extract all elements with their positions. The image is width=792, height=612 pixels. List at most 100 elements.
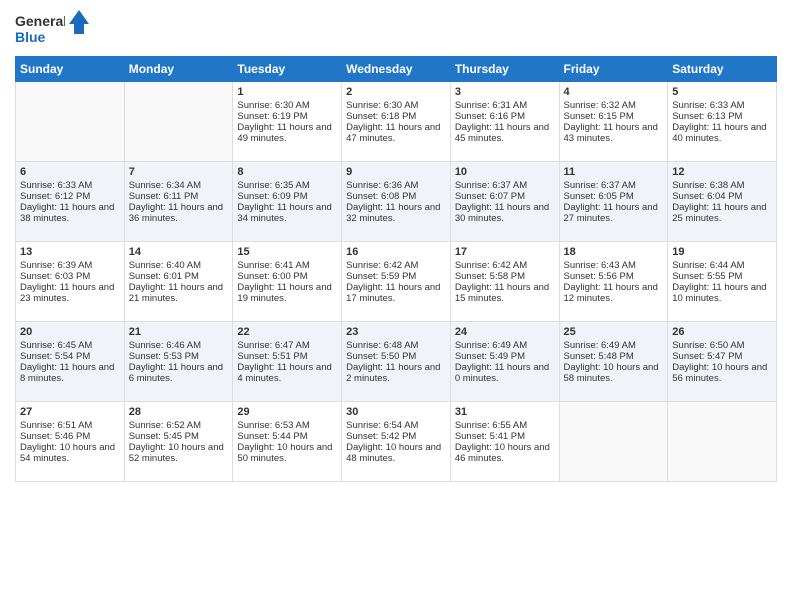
- day-info: Daylight: 11 hours and 40 minutes.: [672, 122, 772, 144]
- calendar-cell: 8Sunrise: 6:35 AMSunset: 6:09 PMDaylight…: [233, 162, 342, 242]
- day-number: 4: [564, 86, 664, 98]
- day-info: Sunrise: 6:51 AM: [20, 420, 120, 431]
- day-info: Sunset: 6:05 PM: [564, 191, 664, 202]
- day-number: 23: [346, 326, 446, 338]
- col-header-thursday: Thursday: [450, 57, 559, 82]
- day-info: Sunrise: 6:32 AM: [564, 100, 664, 111]
- day-number: 2: [346, 86, 446, 98]
- day-info: Daylight: 11 hours and 38 minutes.: [20, 202, 120, 224]
- day-info: Sunrise: 6:53 AM: [237, 420, 337, 431]
- day-info: Daylight: 11 hours and 12 minutes.: [564, 282, 664, 304]
- day-info: Daylight: 11 hours and 30 minutes.: [455, 202, 555, 224]
- day-info: Daylight: 11 hours and 47 minutes.: [346, 122, 446, 144]
- day-info: Daylight: 11 hours and 21 minutes.: [129, 282, 229, 304]
- day-info: Sunrise: 6:48 AM: [346, 340, 446, 351]
- calendar-header: SundayMondayTuesdayWednesdayThursdayFrid…: [16, 57, 777, 82]
- day-info: Sunrise: 6:55 AM: [455, 420, 555, 431]
- day-info: Sunset: 6:00 PM: [237, 271, 337, 282]
- day-info: Sunset: 5:45 PM: [129, 431, 229, 442]
- day-info: Daylight: 11 hours and 6 minutes.: [129, 362, 229, 384]
- day-info: Daylight: 11 hours and 45 minutes.: [455, 122, 555, 144]
- day-info: Sunset: 5:58 PM: [455, 271, 555, 282]
- calendar-cell: 22Sunrise: 6:47 AMSunset: 5:51 PMDayligh…: [233, 322, 342, 402]
- calendar-cell: 7Sunrise: 6:34 AMSunset: 6:11 PMDaylight…: [124, 162, 233, 242]
- calendar-cell: 30Sunrise: 6:54 AMSunset: 5:42 PMDayligh…: [342, 402, 451, 482]
- day-number: 20: [20, 326, 120, 338]
- day-info: Daylight: 11 hours and 2 minutes.: [346, 362, 446, 384]
- day-info: Sunset: 5:56 PM: [564, 271, 664, 282]
- col-header-saturday: Saturday: [668, 57, 777, 82]
- day-info: Sunrise: 6:33 AM: [672, 100, 772, 111]
- day-info: Daylight: 11 hours and 19 minutes.: [237, 282, 337, 304]
- day-info: Sunset: 6:15 PM: [564, 111, 664, 122]
- day-info: Daylight: 10 hours and 52 minutes.: [129, 442, 229, 464]
- day-number: 27: [20, 406, 120, 418]
- calendar-cell: 4 Sunrise: 6:32 AMSunset: 6:15 PMDaylight…: [559, 82, 668, 162]
- day-info: Sunset: 5:59 PM: [346, 271, 446, 282]
- day-info: Sunset: 5:47 PM: [672, 351, 772, 362]
- day-number: 26: [672, 326, 772, 338]
- calendar-cell: 11 Sunrise: 6:37 AMSunset: 6:05 PMDayligh…: [559, 162, 668, 242]
- day-info: Sunrise: 6:40 AM: [129, 260, 229, 271]
- day-info: Sunrise: 6:52 AM: [129, 420, 229, 431]
- logo: General Blue: [15, 10, 89, 48]
- day-info: Sunset: 6:07 PM: [455, 191, 555, 202]
- day-info: Daylight: 10 hours and 54 minutes.: [20, 442, 120, 464]
- day-info: Sunrise: 6:42 AM: [455, 260, 555, 271]
- day-info: Sunset: 5:51 PM: [237, 351, 337, 362]
- day-info: Daylight: 11 hours and 25 minutes.: [672, 202, 772, 224]
- day-number: 5: [672, 86, 772, 98]
- day-info: Daylight: 11 hours and 8 minutes.: [20, 362, 120, 384]
- day-number: 29: [237, 406, 337, 418]
- day-info: Daylight: 11 hours and 23 minutes.: [20, 282, 120, 304]
- day-info: Sunset: 5:54 PM: [20, 351, 120, 362]
- day-info: Sunrise: 6:36 AM: [346, 180, 446, 191]
- day-info: Daylight: 11 hours and 43 minutes.: [564, 122, 664, 144]
- calendar-cell: [559, 402, 668, 482]
- day-info: Sunrise: 6:31 AM: [455, 100, 555, 111]
- day-info: Sunset: 6:12 PM: [20, 191, 120, 202]
- day-info: Sunset: 5:49 PM: [455, 351, 555, 362]
- calendar-cell: 2 Sunrise: 6:30 AMSunset: 6:18 PMDaylight…: [342, 82, 451, 162]
- day-info: Daylight: 11 hours and 27 minutes.: [564, 202, 664, 224]
- day-info: Sunrise: 6:54 AM: [346, 420, 446, 431]
- day-info: Sunset: 5:41 PM: [455, 431, 555, 442]
- calendar-cell: 24 Sunrise: 6:49 AMSunset: 5:49 PMDayligh…: [450, 322, 559, 402]
- day-info: Daylight: 11 hours and 17 minutes.: [346, 282, 446, 304]
- day-number: 3: [455, 86, 555, 98]
- day-info: Sunrise: 6:49 AM: [455, 340, 555, 351]
- calendar-cell: 18Sunrise: 6:43 AMSunset: 5:56 PMDayligh…: [559, 242, 668, 322]
- logo-svg: General Blue: [15, 10, 65, 48]
- calendar-cell: 12Sunrise: 6:38 AMSunset: 6:04 PMDayligh…: [668, 162, 777, 242]
- col-header-wednesday: Wednesday: [342, 57, 451, 82]
- day-info: Sunrise: 6:38 AM: [672, 180, 772, 191]
- day-info: Sunrise: 6:37 AM: [455, 180, 555, 191]
- day-info: Sunrise: 6:49 AM: [564, 340, 664, 351]
- day-number: 30: [346, 406, 446, 418]
- col-header-monday: Monday: [124, 57, 233, 82]
- calendar-cell: 26Sunrise: 6:50 AMSunset: 5:47 PMDayligh…: [668, 322, 777, 402]
- day-info: Sunrise: 6:30 AM: [346, 100, 446, 111]
- page-header: General Blue: [15, 10, 777, 48]
- day-number: 18: [564, 246, 664, 258]
- day-number: 24: [455, 326, 555, 338]
- day-info: Sunset: 6:18 PM: [346, 111, 446, 122]
- day-number: 10: [455, 166, 555, 178]
- day-info: Daylight: 11 hours and 32 minutes.: [346, 202, 446, 224]
- col-header-tuesday: Tuesday: [233, 57, 342, 82]
- day-info: Sunrise: 6:44 AM: [672, 260, 772, 271]
- day-info: Daylight: 10 hours and 48 minutes.: [346, 442, 446, 464]
- svg-text:General: General: [15, 13, 65, 29]
- day-number: 9: [346, 166, 446, 178]
- calendar-cell: 15Sunrise: 6:41 AMSunset: 6:00 PMDayligh…: [233, 242, 342, 322]
- day-info: Sunrise: 6:33 AM: [20, 180, 120, 191]
- calendar-cell: 21Sunrise: 6:46 AMSunset: 5:53 PMDayligh…: [124, 322, 233, 402]
- day-number: 21: [129, 326, 229, 338]
- day-number: 8: [237, 166, 337, 178]
- day-info: Sunrise: 6:37 AM: [564, 180, 664, 191]
- day-info: Daylight: 11 hours and 15 minutes.: [455, 282, 555, 304]
- day-number: 11: [564, 166, 664, 178]
- day-number: 6: [20, 166, 120, 178]
- day-info: Sunset: 6:09 PM: [237, 191, 337, 202]
- day-info: Daylight: 11 hours and 0 minutes.: [455, 362, 555, 384]
